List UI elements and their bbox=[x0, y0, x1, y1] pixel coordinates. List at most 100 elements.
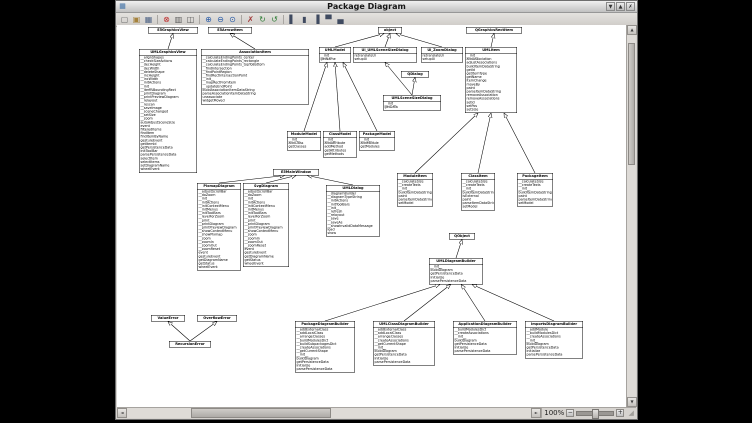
zoom-in-button[interactable]: + bbox=[616, 409, 624, 417]
uml-class-OverflowError[interactable]: OverflowError bbox=[197, 315, 237, 322]
inheritance-edge bbox=[266, 176, 296, 184]
print-icon[interactable]: ▥ bbox=[173, 14, 184, 25]
align-top-icon[interactable]: ▀ bbox=[323, 14, 334, 25]
document-open-icon[interactable]: ▣ bbox=[131, 14, 142, 25]
uml-method-list: __addExternalClass__addLocalClass__arran… bbox=[374, 328, 435, 366]
uml-method: __showInvalidDataMessage bbox=[328, 224, 379, 228]
uml-class-title: QObject bbox=[450, 234, 475, 240]
uml-class-UMLItem[interactable]: UMLItem__init__addAssociationadjustAssoc… bbox=[465, 47, 517, 113]
uml-class-AssociationItem[interactable]: AssociationItem__calculateEndingPoints_c… bbox=[201, 49, 309, 104]
zoom-slider[interactable] bbox=[576, 411, 614, 416]
window-title: Package Diagram bbox=[127, 2, 606, 11]
align-left-icon[interactable]: ▌ bbox=[287, 14, 298, 25]
zoom-reset-icon[interactable]: ⊙ bbox=[227, 14, 238, 25]
resize-grip[interactable]: ◢ bbox=[626, 408, 636, 418]
uml-class-PackageModel[interactable]: PackageModel__init__addModulegetModules bbox=[359, 131, 395, 150]
inheritance-edge bbox=[478, 113, 491, 173]
inheritance-edge bbox=[456, 240, 462, 259]
delete-shape-icon[interactable]: ✗ bbox=[245, 14, 256, 25]
uml-method-list: __alignShapes__checkSizeActions__decHeig… bbox=[140, 56, 197, 173]
uml-class-object[interactable]: object bbox=[378, 27, 402, 34]
uml-class-UMLModel[interactable]: UMLModel__init__getName bbox=[319, 47, 351, 63]
diagram-canvas[interactable]: E5GraphicsView E5ArrowItem object QGraphics… bbox=[117, 25, 626, 407]
uml-method: show bbox=[328, 232, 379, 236]
uml-class-ModuleModel[interactable]: ModuleModel__init__addClassgetClasses bbox=[287, 131, 321, 150]
status-row: ◄ ► 100% − + ◢ bbox=[117, 407, 636, 418]
zoom-in-icon[interactable]: ⊕ bbox=[203, 14, 214, 25]
uml-class-ClassItem[interactable]: ClassItem__calculateSize__createTexts__i… bbox=[461, 173, 495, 210]
uml-class-RecursionError[interactable]: RecursionError bbox=[169, 341, 211, 348]
zoom-out-button[interactable]: − bbox=[566, 409, 574, 417]
uml-method: wheelEvent bbox=[245, 262, 288, 266]
uml-class-ValueError[interactable]: ValueError bbox=[151, 315, 185, 322]
uml-class-title: E5MainWindow bbox=[274, 170, 319, 176]
print-preview-icon[interactable]: ◫ bbox=[185, 14, 196, 25]
inheritance-edge bbox=[404, 285, 451, 322]
minimize-button[interactable]: ▼ bbox=[606, 2, 615, 11]
vertical-scrollbar[interactable]: ▲ ▼ bbox=[626, 25, 636, 407]
uml-class-PackageDiagramBuilder[interactable]: PackageDiagramBuilder__addExternalClass_… bbox=[295, 321, 355, 373]
horizontal-scroll-track[interactable] bbox=[127, 408, 531, 418]
vertical-scroll-thumb[interactable] bbox=[628, 43, 635, 165]
vertical-scroll-track[interactable] bbox=[627, 35, 636, 397]
inheritance-edge bbox=[412, 78, 415, 96]
uml-class-ModuleItem[interactable]: ModuleItem__calculateSize__createTexts__… bbox=[397, 173, 433, 207]
align-hcenter-icon[interactable]: ▮ bbox=[299, 14, 310, 25]
uml-method-list: retranslateUisetupUi bbox=[354, 54, 417, 63]
uml-class-Ui_UMLSceneSizeDialog[interactable]: Ui_UMLSceneSizeDialogretranslateUisetupU… bbox=[353, 47, 417, 63]
app-window: ▦ Package Diagram ▼▲✗ ▢▣▦⊗▥◫⊕⊖⊙✗↻↺▌▮▐▀▄ … bbox=[115, 0, 638, 420]
horizontal-scroll-thumb[interactable] bbox=[191, 408, 331, 418]
uml-method-list: __init__getData bbox=[384, 102, 441, 111]
scroll-up-button[interactable]: ▲ bbox=[627, 25, 637, 35]
uml-class-UMLDialog[interactable]: UMLDialog__diagramBuilder__diagramTypeSt… bbox=[326, 185, 380, 237]
uml-class-UMLClassDiagramBuilder[interactable]: UMLClassDiagramBuilder__addExternalClass… bbox=[373, 321, 435, 366]
document-new-icon[interactable]: ▢ bbox=[119, 14, 130, 25]
uml-class-PixmapDiagram[interactable]: PixmapDiagram__adjustScrollBar__doZoom__… bbox=[197, 183, 241, 271]
uml-class-ApplicationDiagramBuilder[interactable]: ApplicationDiagramBuilder__buildModulesD… bbox=[453, 321, 517, 355]
uml-class-QDialog[interactable]: QDialog bbox=[401, 71, 429, 78]
zoom-slider-thumb[interactable] bbox=[592, 409, 599, 419]
document-save-icon[interactable]: ▦ bbox=[143, 14, 154, 25]
align-right-icon[interactable]: ▐ bbox=[311, 14, 322, 25]
window-close-icon[interactable]: ⊗ bbox=[161, 14, 172, 25]
close-button[interactable]: ✗ bbox=[626, 2, 635, 11]
uml-class-PackageItem[interactable]: PackageItem__calculateSize__createTexts_… bbox=[517, 173, 553, 207]
inheritance-edge bbox=[415, 113, 478, 173]
uml-method-list: __init__buildDiagramgetPersistenceDatain… bbox=[430, 265, 483, 285]
uml-method: setModel bbox=[463, 205, 494, 209]
maximize-button[interactable]: ▲ bbox=[616, 2, 625, 11]
uml-class-ImportsDiagramBuilder[interactable]: ImportsDiagramBuilder__addModule__buildM… bbox=[525, 321, 583, 358]
uml-class-E5MainWindow[interactable]: E5MainWindow bbox=[273, 169, 319, 176]
inheritance-edge bbox=[325, 285, 440, 322]
scroll-right-button[interactable]: ► bbox=[531, 408, 541, 418]
uml-class-SvgDiagram[interactable]: SvgDiagram__adjustScrollBar__doZoom__ini… bbox=[243, 183, 289, 267]
uml-method-list: __calculateSize__createTexts__init__buil… bbox=[518, 180, 553, 207]
uml-class-UMLDiagramBuilder[interactable]: UMLDiagramBuilder__init__buildDiagramget… bbox=[429, 258, 483, 285]
toolbar-separator bbox=[157, 15, 158, 24]
uml-class-UMLGraphicsView[interactable]: UMLGraphicsView__alignShapes__checkSizeA… bbox=[139, 49, 197, 173]
uml-method: getClasses bbox=[289, 145, 320, 149]
uml-class-E5GraphicsView[interactable]: E5GraphicsView bbox=[148, 27, 198, 34]
horizontal-scrollbar[interactable]: ◄ ► bbox=[117, 408, 541, 418]
align-bottom-icon[interactable]: ▄ bbox=[335, 14, 346, 25]
uml-class-E5ArrowItem[interactable]: E5ArrowItem bbox=[208, 27, 252, 34]
window-titlebar[interactable]: ▦ Package Diagram ▼▲✗ bbox=[116, 1, 637, 13]
uml-method: parsePersistenceData bbox=[455, 350, 516, 354]
uml-class-QObject[interactable]: QObject bbox=[449, 233, 475, 240]
inheritance-edge bbox=[335, 63, 340, 132]
uml-class-ClassModel[interactable]: ClassModel__init__addAttributeaddMethodg… bbox=[323, 131, 357, 158]
uml-class-Ui_ZoomDialog[interactable]: Ui_ZoomDialogretranslateUisetupUi bbox=[421, 47, 463, 63]
uml-method: setModel bbox=[399, 202, 432, 206]
scroll-down-button[interactable]: ▼ bbox=[627, 397, 637, 407]
uml-method: getName bbox=[321, 58, 350, 62]
relayout-icon[interactable]: ↻ bbox=[257, 14, 268, 25]
window-menu-icon[interactable]: ▦ bbox=[118, 2, 127, 11]
rescan-icon[interactable]: ↺ bbox=[269, 14, 280, 25]
zoom-out-icon[interactable]: ⊖ bbox=[215, 14, 226, 25]
inheritance-edge bbox=[491, 34, 494, 48]
inheritance-edge bbox=[190, 322, 217, 342]
scroll-left-button[interactable]: ◄ bbox=[117, 408, 127, 418]
uml-class-UMLSceneSizeDialog[interactable]: UMLSceneSizeDialog__init__getData bbox=[383, 95, 441, 111]
uml-class-QGraphicsRectItem[interactable]: QGraphicsRectItem bbox=[466, 27, 522, 34]
uml-method: parsePersistenceData bbox=[527, 353, 582, 357]
